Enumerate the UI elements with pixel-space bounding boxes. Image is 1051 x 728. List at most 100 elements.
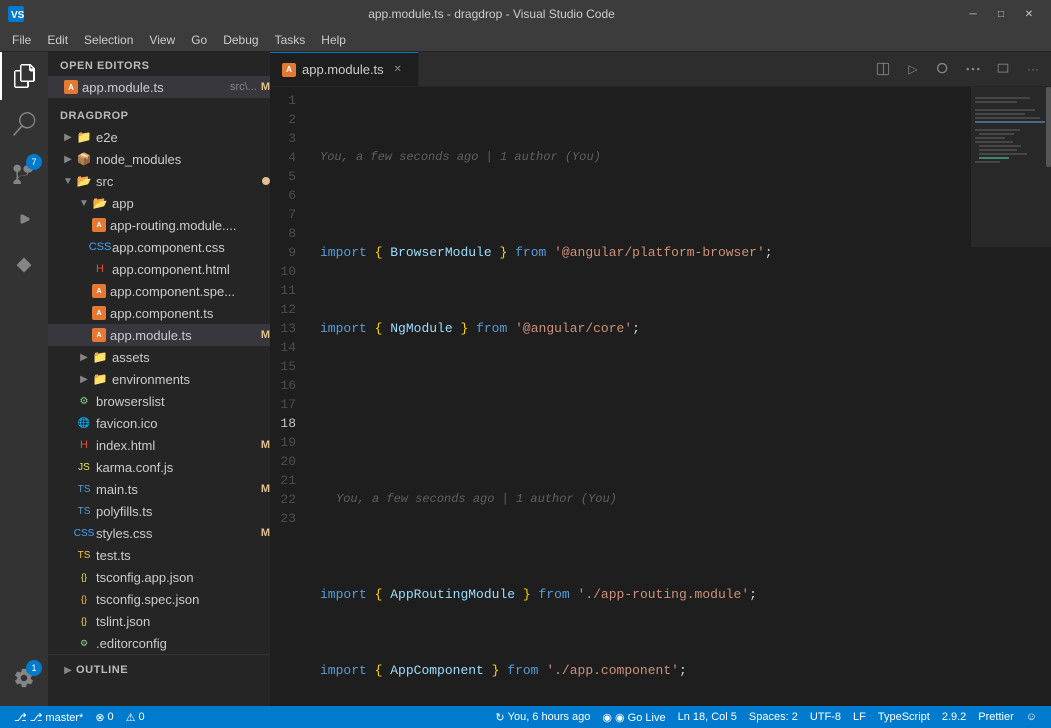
- folder-icon: 📦: [76, 151, 92, 167]
- line-ending-status[interactable]: LF: [847, 706, 872, 728]
- menu-selection[interactable]: Selection: [76, 28, 141, 52]
- prettier-status[interactable]: Prettier: [972, 706, 1019, 728]
- tree-environments[interactable]: ▶ 📁 environments: [48, 368, 270, 390]
- css-icon: CSS: [92, 239, 108, 255]
- menubar: File Edit Selection View Go Debug Tasks …: [0, 28, 1051, 52]
- close-tab-button[interactable]: ✕: [390, 62, 406, 78]
- open-editor-path: src\...: [230, 81, 257, 93]
- minimize-button[interactable]: ─: [959, 0, 987, 28]
- tree-assets[interactable]: ▶ 📁 assets: [48, 346, 270, 368]
- tree-app-component-spec-label: app.component.spe...: [110, 284, 270, 299]
- tree-browserslist-label: browserslist: [96, 394, 270, 409]
- menu-view[interactable]: View: [141, 28, 183, 52]
- tree-index-html[interactable]: H index.html M: [48, 434, 270, 456]
- spaces-status[interactable]: Spaces: 2: [743, 706, 804, 728]
- sync-status[interactable]: ↻ You, 6 hours ago: [489, 706, 596, 728]
- run-button[interactable]: ▷: [899, 55, 927, 83]
- index-html-modified: M: [261, 439, 270, 451]
- golive-status[interactable]: ◉ ◉ Go Live: [596, 706, 671, 728]
- tree-app-component-spec[interactable]: A app.component.spe...: [48, 280, 270, 302]
- toggle-panel-button[interactable]: [989, 55, 1017, 83]
- titlebar: VS app.module.ts - dragdrop - Visual Stu…: [0, 0, 1051, 28]
- tree-e2e-label: e2e: [96, 130, 270, 145]
- tree-assets-label: assets: [112, 350, 270, 365]
- tree-favicon[interactable]: 🌐 favicon.ico: [48, 412, 270, 434]
- tree-tsconfig-app[interactable]: {} tsconfig.app.json: [48, 566, 270, 588]
- open-editor-modified: M: [261, 81, 270, 93]
- menu-file[interactable]: File: [4, 28, 39, 52]
- encoding-status[interactable]: UTF-8: [804, 706, 847, 728]
- json-tslint-icon: {}: [76, 613, 92, 629]
- position-status[interactable]: Ln 18, Col 5: [672, 706, 743, 728]
- js-icon: JS: [76, 459, 92, 475]
- more-options-button[interactable]: ···: [1019, 55, 1047, 83]
- tab-app-module[interactable]: A app.module.ts ✕: [270, 52, 419, 86]
- maximize-button[interactable]: □: [987, 0, 1015, 28]
- tree-styles-css[interactable]: CSS styles.css M: [48, 522, 270, 544]
- tree-app-component-ts[interactable]: A app.component.ts: [48, 302, 270, 324]
- settings-activity-icon[interactable]: 1: [0, 654, 48, 702]
- tree-app-module-ts[interactable]: A app.module.ts M: [48, 324, 270, 346]
- tree-main-ts[interactable]: TS main.ts M: [48, 478, 270, 500]
- tree-karma[interactable]: JS karma.conf.js: [48, 456, 270, 478]
- menu-tasks[interactable]: Tasks: [267, 28, 314, 52]
- tab-bar: A app.module.ts ✕ ▷ ···: [270, 52, 1051, 87]
- errors-status[interactable]: ⊗ 0: [89, 706, 119, 728]
- split-editor-button[interactable]: [869, 55, 897, 83]
- tree-favicon-label: favicon.ico: [96, 416, 270, 431]
- git-lens-header-2: You, a few seconds ago | 1 author (You): [312, 490, 971, 509]
- tree-browserslist[interactable]: ⚙ browserslist: [48, 390, 270, 412]
- activity-bar: 7 1: [0, 52, 48, 706]
- encoding-label: UTF-8: [810, 711, 841, 723]
- branch-status[interactable]: ⎇ ⎇ master*: [8, 706, 89, 728]
- debug-activity-icon[interactable]: [0, 196, 48, 244]
- minimap-svg: [971, 87, 1051, 687]
- outline-section-header[interactable]: ▶ OUTLINE: [48, 659, 270, 681]
- tree-polyfills[interactable]: TS polyfills.ts: [48, 500, 270, 522]
- search-activity-icon[interactable]: [0, 100, 48, 148]
- tree-app-component-css[interactable]: CSS app.component.css: [48, 236, 270, 258]
- code-editor[interactable]: You, a few seconds ago | 1 author (You) …: [312, 87, 971, 706]
- golive-icon: ◉: [602, 711, 612, 724]
- tree-tsconfig-app-label: tsconfig.app.json: [96, 570, 270, 585]
- feedback-status[interactable]: ☺: [1020, 706, 1043, 728]
- window-controls: ─ □ ✕: [959, 0, 1043, 28]
- extensions-activity-icon[interactable]: [0, 244, 48, 292]
- menu-edit[interactable]: Edit: [39, 28, 76, 52]
- line-num-10: 10: [270, 262, 304, 281]
- menu-help[interactable]: Help: [313, 28, 354, 52]
- error-icon: ⊗: [95, 711, 104, 724]
- title-text: app.module.ts - dragdrop - Visual Studio…: [32, 7, 951, 21]
- line-num-2: 2: [270, 110, 304, 129]
- open-editor-app-module[interactable]: A app.module.ts src\... M: [48, 76, 270, 98]
- tree-e2e[interactable]: ▶ 📁 e2e: [48, 126, 270, 148]
- branch-icon: ⎇: [14, 711, 27, 724]
- menu-go[interactable]: Go: [183, 28, 215, 52]
- tree-app-component-html[interactable]: H app.component.html: [48, 258, 270, 280]
- sync-label: You, 6 hours ago: [508, 711, 591, 723]
- line-num-5: 5: [270, 167, 304, 186]
- menu-debug[interactable]: Debug: [215, 28, 266, 52]
- chevron-right-icon: ▶: [76, 371, 92, 387]
- tree-editorconfig[interactable]: ⚙ .editorconfig: [48, 632, 270, 654]
- version-status[interactable]: 2.9.2: [936, 706, 972, 728]
- line-num-11: 11: [270, 281, 304, 300]
- tree-tslint[interactable]: {} tslint.json: [48, 610, 270, 632]
- language-status[interactable]: TypeScript: [872, 706, 936, 728]
- close-button[interactable]: ✕: [1015, 0, 1043, 28]
- open-preview-button[interactable]: [929, 55, 957, 83]
- tree-test-ts-label: test.ts: [96, 548, 270, 563]
- editor-area: A app.module.ts ✕ ▷ ···: [270, 52, 1051, 706]
- warnings-status[interactable]: ⚠ 0: [120, 706, 151, 728]
- tree-node-modules[interactable]: ▶ 📦 node_modules: [48, 148, 270, 170]
- tree-src[interactable]: ▼ 📂 src: [48, 170, 270, 192]
- source-control-activity-icon[interactable]: 7: [0, 148, 48, 196]
- ts-test-icon: TS: [76, 547, 92, 563]
- tree-app-routing[interactable]: A app-routing.module....: [48, 214, 270, 236]
- tree-tsconfig-spec[interactable]: {} tsconfig.spec.json: [48, 588, 270, 610]
- tree-test-ts[interactable]: TS test.ts: [48, 544, 270, 566]
- explorer-activity-icon[interactable]: [0, 52, 48, 100]
- tree-app[interactable]: ▼ 📂 app: [48, 192, 270, 214]
- more-actions-button[interactable]: [959, 55, 987, 83]
- editor-content: 1 2 3 4 5 6 7 8 9 10 11 12 13 14 15 16 1…: [270, 87, 1051, 706]
